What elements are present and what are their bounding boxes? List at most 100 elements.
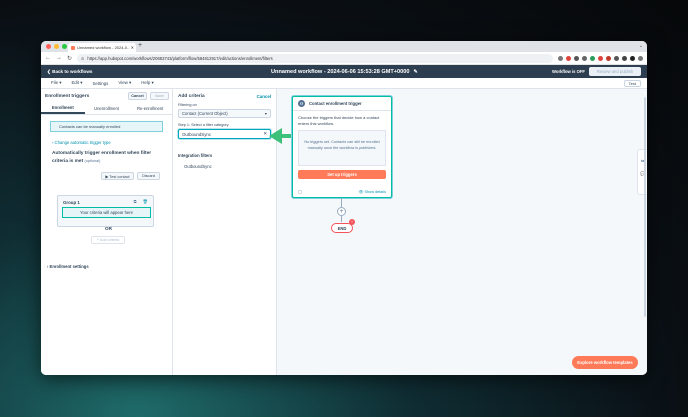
url-text: https://app.hubspot.com/workflows/206837…	[87, 55, 273, 61]
workflow-title: Unnamed workflow - 2024-06-06 15:53:28 G…	[271, 69, 418, 75]
extension-mail-icon[interactable]	[614, 55, 619, 61]
forward-arrow-icon[interactable]: →	[56, 55, 62, 61]
address-bar-row: ← → ↻ ⊙ https://app.hubspot.com/workflow…	[41, 52, 647, 65]
add-criteria-title: Add criteria	[178, 93, 205, 99]
extension-red2-icon[interactable]	[598, 55, 603, 61]
zoom-window-button[interactable]	[62, 44, 67, 49]
delete-icon[interactable]: 🗑	[143, 199, 148, 205]
browser-menu-icon[interactable]	[638, 55, 643, 61]
workflow-status: Workflow is OFF	[552, 69, 585, 74]
filter-category-search-input[interactable]: OutboundSync ✕	[178, 129, 271, 139]
add-action-button[interactable]: +	[337, 207, 346, 216]
manual-enroll-info: Contacts can be manually enrolled	[50, 121, 163, 132]
change-trigger-type-link[interactable]: › Change automatic trigger type	[52, 140, 172, 145]
reload-icon[interactable]: ↻	[67, 55, 72, 62]
add-criteria-header: Add criteria Cancel	[173, 89, 276, 103]
clone-icon[interactable]: ⧉	[134, 199, 137, 205]
group-actions: ⧉ 🗑	[134, 199, 148, 205]
card-header: ⚇ Contact enrollment trigger	[293, 97, 391, 111]
hubspot-favicon-icon	[71, 45, 75, 50]
minimize-window-button[interactable]	[54, 44, 59, 49]
set-up-triggers-button[interactable]: Set up triggers	[298, 170, 386, 180]
comment-icon[interactable]: ▢	[298, 189, 302, 194]
extension-icons	[558, 55, 643, 61]
enrollment-settings-toggle[interactable]: › Enrollment settings	[47, 264, 89, 269]
extensions-puzzle-icon[interactable]	[622, 55, 627, 61]
site-info-icon[interactable]: ⊙	[81, 56, 84, 61]
object-select-value: Contact (Current Object)	[182, 111, 228, 116]
workflow-header: ❮ Back to workflows Unnamed workflow - 2…	[41, 65, 647, 78]
or-separator: OR	[105, 226, 112, 231]
auto-trigger-title: Automatically trigger enrollment when fi…	[52, 151, 152, 164]
filter-group: Group 1 ⧉ 🗑 Your criteria will appear he…	[57, 195, 154, 227]
tab-enrollment[interactable]: Enrollment	[41, 103, 85, 114]
panel-title: Enrollment triggers	[45, 93, 90, 99]
contact-icon: ⚇	[298, 100, 305, 107]
back-arrow-icon[interactable]: ←	[45, 55, 51, 61]
panel-header: Enrollment triggers Cancel Save	[41, 89, 172, 103]
test-button[interactable]: Test	[623, 80, 641, 87]
extension-opera-icon[interactable]	[606, 55, 611, 61]
edit-pencil-icon[interactable]: ✎	[414, 69, 418, 75]
card-title: Contact enrollment trigger	[309, 101, 362, 106]
browser-window: Unnamed workflow - 2024-0... ✕ + ⌄ ← → ↻…	[41, 41, 647, 375]
explore-templates-button[interactable]: Explore workflow templates	[572, 356, 638, 369]
profile-avatar-icon[interactable]	[630, 55, 635, 61]
bookmark-star-icon[interactable]	[558, 55, 563, 61]
end-warning-badge: !	[349, 219, 355, 225]
browser-tab-strip: Unnamed workflow - 2024-0... ✕ + ⌄	[41, 41, 647, 52]
integration-filters-heading: Integration filters	[178, 153, 213, 158]
cancel-button[interactable]: Cancel	[128, 92, 147, 100]
add-criteria-cancel-link[interactable]: Cancel	[257, 94, 271, 99]
tab-reenrollment[interactable]: Re-enrollment	[128, 103, 172, 114]
trigger-actions: ▶ Test contact Discard	[41, 172, 172, 180]
card-footer: ▢ 👁 Show details	[298, 189, 386, 194]
menu-settings[interactable]: Settings	[93, 81, 109, 86]
close-window-button[interactable]	[46, 44, 51, 49]
enrollment-trigger-card[interactable]: ⚇ Contact enrollment trigger Choose the …	[292, 96, 392, 198]
window-controls	[46, 44, 67, 49]
menu-edit[interactable]: Edit ▾	[72, 80, 83, 86]
menu-help[interactable]: Help ▾	[141, 80, 153, 86]
extension-red-icon[interactable]	[566, 55, 571, 61]
object-select[interactable]: Contact (Current Object) ▾	[178, 109, 271, 118]
menu-bar: File ▾ Edit ▾ Settings View ▾ Help ▾ Tes…	[41, 78, 647, 89]
auto-trigger-heading: Automatically trigger enrollment when fi…	[52, 151, 162, 165]
tab-search-icon[interactable]: ⌄	[639, 43, 643, 49]
trigger-tabs: Enrollment Unenrollment Re-enrollment	[41, 103, 172, 115]
optional-label: (optional)	[84, 158, 101, 163]
back-to-workflows-link[interactable]: ❮ Back to workflows	[47, 69, 92, 75]
clear-search-icon[interactable]: ✕	[263, 131, 267, 137]
extension-grid-icon[interactable]	[574, 55, 579, 61]
tab-unenrollment[interactable]: Unenrollment	[85, 103, 129, 114]
filtering-on-label: Filtering on	[178, 103, 197, 107]
extension-green-icon[interactable]	[590, 55, 595, 61]
add-criteria-button[interactable]: + Add criteria	[91, 236, 125, 244]
chevron-down-icon: ▾	[264, 111, 267, 116]
menu-file[interactable]: File ▾	[51, 80, 62, 86]
discard-button[interactable]: Discard	[137, 172, 160, 180]
enrollment-triggers-panel: Enrollment triggers Cancel Save Enrollme…	[41, 89, 173, 375]
save-button[interactable]: Save	[150, 92, 169, 100]
search-value: OutboundSync	[182, 131, 212, 137]
browser-tab[interactable]: Unnamed workflow - 2024-0... ✕	[68, 43, 136, 52]
extension-box-icon[interactable]	[582, 55, 587, 61]
editor-content: Enrollment triggers Cancel Save Enrollme…	[41, 89, 647, 375]
show-details-link[interactable]: 👁 Show details	[359, 189, 386, 194]
connector-line-end	[341, 216, 342, 222]
workflow-canvas[interactable]: ⚇ Contact enrollment trigger Choose the …	[269, 89, 647, 375]
canvas-scrollbar[interactable]	[644, 97, 646, 317]
new-tab-button[interactable]: +	[138, 42, 142, 49]
review-publish-button[interactable]: Review and publish	[589, 67, 641, 76]
integration-filter-item[interactable]: OutboundSync	[173, 164, 276, 169]
test-contact-button[interactable]: ▶ Test contact	[101, 172, 134, 180]
tab-close-icon[interactable]: ✕	[131, 45, 134, 50]
no-triggers-note: No triggers set. Contacts can still be e…	[298, 130, 386, 167]
menu-view[interactable]: View ▾	[118, 80, 131, 86]
criteria-placeholder: Your criteria will appear here	[62, 207, 151, 218]
tab-title: Unnamed workflow - 2024-0...	[77, 45, 129, 50]
card-description: Choose the triggers that decide how a co…	[298, 115, 380, 126]
url-field[interactable]: ⊙ https://app.hubspot.com/workflows/2068…	[77, 53, 553, 63]
workflow-title-text: Unnamed workflow - 2024-06-06 15:53:28 G…	[271, 68, 410, 75]
step-label: Step 1: Select a filter category	[178, 123, 229, 127]
